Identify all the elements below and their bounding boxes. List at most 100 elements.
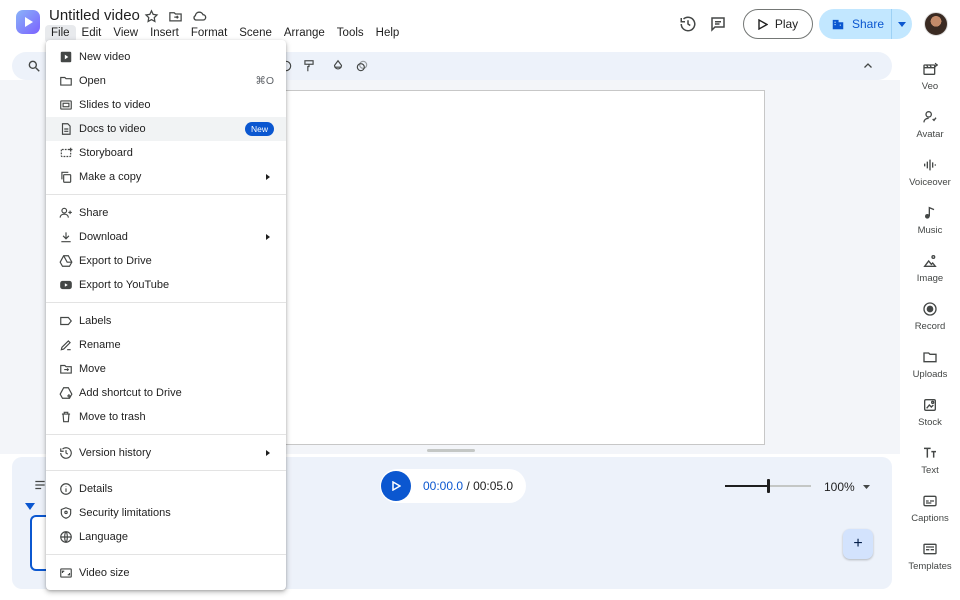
- menu-item-move[interactable]: Move: [46, 357, 286, 381]
- rail-item-record[interactable]: Record: [900, 300, 960, 332]
- menu-item-share[interactable]: Share: [46, 201, 286, 225]
- menu-separator: [46, 434, 286, 435]
- menu-item-label: Make a copy: [79, 171, 142, 183]
- menu-item-move-to-trash[interactable]: Move to trash: [46, 405, 286, 429]
- menu-item-storyboard[interactable]: Storyboard: [46, 141, 286, 165]
- rail-item-avatar[interactable]: Avatar: [900, 108, 960, 140]
- playback-controls: 00:00.0 / 00:05.0: [380, 469, 526, 503]
- zoom-slider[interactable]: [725, 479, 811, 493]
- rail-item-label: Veo: [921, 81, 939, 92]
- rail-item-text[interactable]: Text: [900, 444, 960, 476]
- rail-item-voiceover[interactable]: Voiceover: [900, 156, 960, 188]
- menu-separator: [46, 194, 286, 195]
- menu-item-label: Video size: [79, 567, 130, 579]
- add-scene-button[interactable]: +: [843, 529, 873, 559]
- rail-item-uploads[interactable]: Uploads: [900, 348, 960, 380]
- menu-item-export-to-drive[interactable]: Export to Drive: [46, 249, 286, 273]
- folder-icon: [58, 73, 74, 89]
- music-icon: [921, 204, 939, 222]
- menu-item-label: Move to trash: [79, 411, 146, 423]
- rail-item-label: Image: [916, 273, 944, 284]
- globe-icon: [58, 529, 74, 545]
- document-title[interactable]: Untitled video: [49, 6, 140, 26]
- rail-item-label: Record: [914, 321, 946, 332]
- rail-item-image[interactable]: Image: [900, 252, 960, 284]
- move-folder-icon[interactable]: [166, 7, 184, 25]
- menu-item-label: Add shortcut to Drive: [79, 387, 182, 399]
- menu-item-add-shortcut-to-drive[interactable]: Add shortcut to Drive: [46, 381, 286, 405]
- menu-item-label: Language: [79, 531, 128, 543]
- info-icon: [58, 481, 74, 497]
- rail-item-captions[interactable]: Captions: [900, 492, 960, 524]
- share-button[interactable]: Share: [819, 9, 912, 39]
- paint-format-icon[interactable]: [301, 58, 317, 74]
- cloud-status-icon[interactable]: [190, 7, 208, 25]
- zoom-select[interactable]: 100%: [824, 480, 870, 494]
- rail-item-stock[interactable]: Stock: [900, 396, 960, 428]
- menu-item-label: Slides to video: [79, 99, 151, 111]
- menu-item-version-history[interactable]: Version history: [46, 441, 286, 465]
- zoom-slider-fill: [725, 485, 768, 487]
- version-history-icon[interactable]: [673, 9, 703, 39]
- menu-item-export-to-youtube[interactable]: Export to YouTube: [46, 273, 286, 297]
- menu-item-rename[interactable]: Rename: [46, 333, 286, 357]
- title-actions: [142, 7, 208, 25]
- menu-separator: [46, 554, 286, 555]
- menu-item-label: Download: [79, 231, 128, 243]
- playhead-marker[interactable]: [25, 503, 35, 510]
- menu-tools[interactable]: Tools: [331, 25, 370, 43]
- collapse-toolbar-icon[interactable]: [860, 58, 876, 74]
- star-icon[interactable]: [142, 7, 160, 25]
- menu-item-label: New video: [79, 51, 131, 63]
- timeline-resize-handle[interactable]: [427, 449, 475, 452]
- rail-item-veo[interactable]: Veo: [900, 60, 960, 92]
- menu-item-slides-to-video[interactable]: Slides to video: [46, 93, 286, 117]
- fill-color-icon[interactable]: [330, 58, 346, 74]
- menu-arrange[interactable]: Arrange: [278, 25, 331, 43]
- history-icon: [58, 445, 74, 461]
- total-time: 00:05.0: [473, 479, 514, 493]
- menu-item-docs-to-video[interactable]: Docs to video New: [46, 117, 286, 141]
- play-button[interactable]: Play: [743, 9, 813, 39]
- menu-item-make-a-copy[interactable]: Make a copy: [46, 165, 286, 189]
- timeline-play-button[interactable]: [381, 471, 411, 501]
- zoom-slider-thumb[interactable]: [767, 479, 770, 493]
- rail-item-templates[interactable]: Templates: [900, 540, 960, 572]
- top-actions: Play Share: [673, 9, 948, 39]
- menu-item-video-size[interactable]: Video size: [46, 561, 286, 585]
- chevron-down-icon: [898, 21, 906, 27]
- avatar-icon: [921, 108, 939, 126]
- rail-item-label: Avatar: [916, 129, 944, 140]
- storyboard-icon: [58, 145, 74, 161]
- rail-item-label: Templates: [908, 561, 952, 572]
- plus-icon: +: [853, 535, 863, 552]
- app-logo[interactable]: [16, 10, 40, 34]
- download-icon: [58, 229, 74, 245]
- menu-item-new-video[interactable]: New video: [46, 45, 286, 69]
- time-separator: /: [463, 479, 474, 493]
- menu-item-label: Export to YouTube: [79, 279, 170, 291]
- comments-icon[interactable]: [703, 9, 733, 39]
- share-dropdown[interactable]: [892, 21, 912, 27]
- menu-item-details[interactable]: Details: [46, 477, 286, 501]
- share-main-button[interactable]: Share: [819, 9, 892, 39]
- menu-help[interactable]: Help: [370, 25, 406, 43]
- menu-item-download[interactable]: Download: [46, 225, 286, 249]
- opacity-icon[interactable]: [354, 58, 370, 74]
- menu-item-language[interactable]: Language: [46, 525, 286, 549]
- menu-item-security-limitations[interactable]: Security limitations: [46, 501, 286, 525]
- captions-icon: [921, 492, 939, 510]
- search-icon[interactable]: [26, 58, 42, 74]
- play-icon: [391, 481, 401, 491]
- menu-item-labels[interactable]: Labels: [46, 309, 286, 333]
- menu-item-label: Move: [79, 363, 106, 375]
- menu-item-shortcut: ⌘O: [255, 75, 274, 87]
- drive-icon: [58, 253, 74, 269]
- menu-item-open[interactable]: Open ⌘O: [46, 69, 286, 93]
- submenu-arrow-icon: [266, 234, 270, 240]
- share-label: Share: [852, 17, 885, 31]
- rail-item-label: Captions: [911, 513, 949, 524]
- avatar[interactable]: [924, 12, 948, 36]
- youtube-icon: [58, 277, 74, 293]
- rail-item-music[interactable]: Music: [900, 204, 960, 236]
